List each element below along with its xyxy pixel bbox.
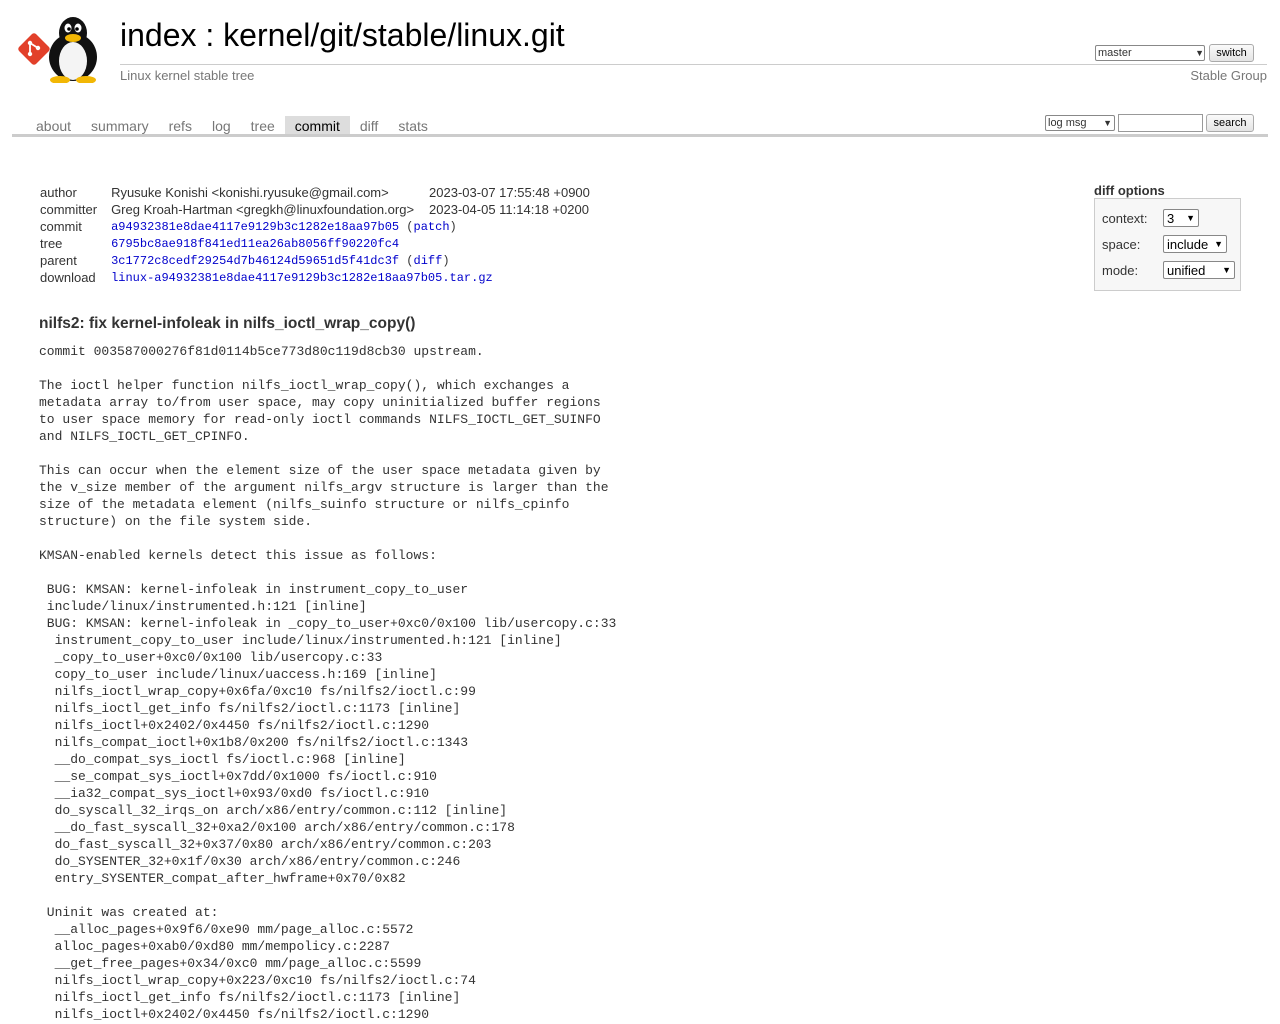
author-date: 2023-03-07 17:55:48 +0900 — [429, 185, 590, 200]
context-select[interactable]: 3 ▼ — [1163, 209, 1199, 227]
tab-log[interactable]: log — [202, 116, 241, 136]
commit-cell: a94932381e8dae4117e9129b3c1282e18aa97b05… — [111, 219, 457, 234]
parent-hash-link[interactable]: 3c1772c8cedf29254d7b46124d59651d5f41dc3f — [111, 254, 399, 268]
search-mode-select[interactable]: log msg ▼ — [1045, 115, 1115, 131]
tab-diff[interactable]: diff — [350, 116, 388, 136]
header-divider — [120, 64, 1267, 65]
context-option: context: 3 ▼ — [1102, 209, 1199, 227]
commit-row: commit a94932381e8dae4117e9129b3c1282e18… — [33, 218, 597, 235]
repo-owner: Stable Group — [1190, 68, 1267, 83]
committer-date: 2023-04-05 11:14:18 +0200 — [429, 202, 589, 217]
tab-refs[interactable]: refs — [159, 116, 202, 136]
author-row: author Ryusuke Konishi <konishi.ryusuke@… — [33, 184, 597, 201]
commit-message: commit 003587000276f81d0114b5ce773d80c11… — [39, 344, 617, 1022]
download-label: download — [40, 270, 96, 285]
diff-options-title: diff options — [1094, 183, 1165, 198]
tab-about[interactable]: about — [26, 116, 81, 136]
mode-select-value: unified — [1167, 262, 1206, 278]
switch-button[interactable]: switch — [1209, 44, 1254, 62]
parent-diff-link[interactable]: diff — [414, 254, 443, 268]
space-option: space: include ▼ — [1102, 235, 1227, 253]
parent-label: parent — [40, 253, 77, 268]
branch-select[interactable]: master ▼ — [1095, 45, 1205, 61]
context-label: context: — [1102, 210, 1148, 226]
search-input[interactable] — [1118, 114, 1203, 132]
tab-tree[interactable]: tree — [241, 116, 285, 136]
tree-hash-link[interactable]: 6795bc8ae918f841ed11ea26ab8056ff90220fc4 — [111, 237, 399, 251]
tab-summary[interactable]: summary — [81, 116, 159, 136]
tux-penguin-icon — [49, 17, 97, 83]
download-tarball-link[interactable]: linux-a94932381e8dae4117e9129b3c1282e18a… — [111, 271, 493, 285]
author-label: author — [40, 185, 77, 200]
parent-row: parent 3c1772c8cedf29254d7b46124d59651d5… — [33, 252, 597, 269]
space-select-value: include — [1167, 236, 1209, 252]
chevron-down-icon: ▼ — [1214, 239, 1223, 249]
committer-label: committer — [40, 202, 98, 217]
parent-cell: 3c1772c8cedf29254d7b46124d59651d5f41dc3f… — [111, 253, 450, 268]
page-title: index : kernel/git/stable/linux.git — [120, 17, 565, 54]
chevron-down-icon: ▼ — [1222, 265, 1231, 275]
index-link[interactable]: index — [120, 17, 197, 53]
space-select[interactable]: include ▼ — [1163, 235, 1227, 253]
tree-label: tree — [40, 236, 63, 251]
mode-label: mode: — [1102, 262, 1139, 278]
tree-cell: 6795bc8ae918f841ed11ea26ab8056ff90220fc4 — [104, 235, 597, 252]
commit-label: commit — [40, 219, 82, 234]
committer-row: committer Greg Kroah-Hartman <gregkh@lin… — [33, 201, 597, 218]
branch-select-value: master — [1098, 47, 1132, 59]
mode-select[interactable]: unified ▼ — [1163, 261, 1235, 279]
author-value: Ryusuke Konishi <konishi.ryusuke@gmail.c… — [111, 185, 389, 200]
tab-commit[interactable]: commit — [284, 116, 350, 136]
chevron-down-icon: ▼ — [1186, 213, 1195, 223]
download-cell: linux-a94932381e8dae4117e9129b3c1282e18a… — [104, 269, 597, 286]
tab-stats[interactable]: stats — [388, 116, 438, 136]
commit-info-table: author Ryusuke Konishi <konishi.ryusuke@… — [33, 184, 597, 286]
mode-option: mode: unified ▼ — [1102, 261, 1235, 279]
repo-path-link[interactable]: kernel/git/stable/linux.git — [223, 17, 565, 53]
space-label: space: — [1102, 236, 1141, 252]
search-button[interactable]: search — [1206, 114, 1254, 132]
title-separator: : — [196, 17, 224, 53]
patch-link[interactable]: patch — [414, 220, 450, 234]
chevron-down-icon: ▼ — [1195, 48, 1204, 58]
context-select-value: 3 — [1167, 210, 1175, 226]
tab-bar: about summary refs log tree commit diff … — [26, 116, 438, 136]
tree-row: tree 6795bc8ae918f841ed11ea26ab8056ff902… — [33, 235, 597, 252]
commit-hash-link[interactable]: a94932381e8dae4117e9129b3c1282e18aa97b05 — [111, 220, 399, 234]
download-row: download linux-a94932381e8dae4117e9129b3… — [33, 269, 597, 286]
tabs-divider — [12, 134, 1268, 137]
committer-value: Greg Kroah-Hartman <gregkh@linuxfoundati… — [111, 202, 415, 217]
diff-options-panel: context: 3 ▼ space: include ▼ mode: unif… — [1094, 198, 1241, 291]
commit-subject: nilfs2: fix kernel-infoleak in nilfs_ioc… — [39, 315, 416, 332]
search-mode-value: log msg — [1048, 117, 1087, 129]
chevron-down-icon: ▼ — [1103, 118, 1112, 128]
repo-description: Linux kernel stable tree — [120, 68, 255, 83]
